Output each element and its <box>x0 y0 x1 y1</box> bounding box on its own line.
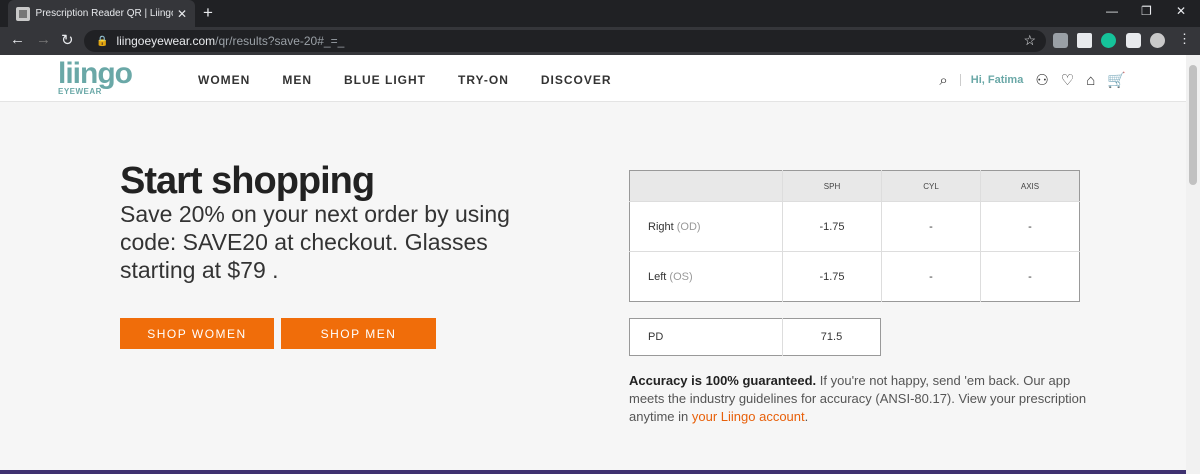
accuracy-end: . <box>804 409 809 424</box>
url-host: liingoeyewear.com <box>116 34 216 48</box>
eye-label: Left <box>648 270 667 283</box>
main-nav: WOMEN MEN BLUE LIGHT TRY-ON DISCOVER <box>198 73 644 87</box>
browser-toolbar: ← → ↻ 🔒 liingoeyewear.com/qr/results?sav… <box>0 27 1200 55</box>
minimize-icon[interactable]: ― <box>1106 4 1118 18</box>
table-row: Left (OS) -1.75 - - <box>629 251 1080 302</box>
reload-icon[interactable]: ↻ <box>61 31 74 49</box>
scrollbar-thumb[interactable] <box>1189 65 1197 185</box>
liingo-logo[interactable]: liingo EYEWEAR <box>58 57 133 97</box>
search-icon[interactable]: ⌕ <box>939 72 947 89</box>
new-tab-icon[interactable]: + <box>203 3 213 23</box>
heart-icon[interactable]: ♡ <box>1061 71 1074 89</box>
user-greeting[interactable]: Hi, Fatima <box>959 74 1023 86</box>
eye-label: Right <box>648 220 674 233</box>
close-window-icon[interactable]: ✕ <box>1176 4 1186 18</box>
browser-tab[interactable]: Prescription Reader QR | Liingo E ✕ <box>8 0 195 27</box>
row-label-right: Right (OD) <box>629 201 783 252</box>
cart-icon[interactable]: 🛒 <box>1107 71 1126 89</box>
eye-code: (OD) <box>676 220 701 233</box>
header-actions: ⌕ Hi, Fatima ⚇ ♡ ⌂ 🛒 <box>927 71 1126 90</box>
extension-database-icon[interactable] <box>1053 33 1068 48</box>
page-title: Start shopping <box>120 160 375 202</box>
extensions-puzzle-icon[interactable] <box>1126 33 1141 48</box>
lock-icon: 🔒 <box>96 35 109 47</box>
eye-code: (OS) <box>669 270 693 283</box>
browser-tab-bar: Prescription Reader QR | Liingo E ✕ + ― … <box>0 0 1200 27</box>
left-sph-value: -1.75 <box>782 251 882 302</box>
column-header-axis: AXIS <box>980 170 1080 202</box>
site-header: liingo EYEWEAR WOMEN MEN BLUE LIGHT TRY-… <box>0 55 1186 102</box>
left-cyl-value: - <box>881 251 981 302</box>
row-label-left: Left (OS) <box>629 251 783 302</box>
logo-wordmark: liingo <box>58 57 133 90</box>
profile-avatar-icon[interactable] <box>1150 33 1165 48</box>
prescription-table: SPH CYL AXIS Right (OD) -1.75 - - Left (… <box>629 170 1080 302</box>
nav-women[interactable]: WOMEN <box>198 73 250 87</box>
tab-title: Prescription Reader QR | Liingo E <box>35 8 173 19</box>
table-header-row: SPH CYL AXIS <box>629 170 1080 202</box>
right-axis-value: - <box>980 201 1080 252</box>
accuracy-note: Accuracy is 100% guaranteed. If you're n… <box>629 372 1089 426</box>
extension-tag-icon[interactable] <box>1077 33 1092 48</box>
address-bar[interactable]: 🔒 liingoeyewear.com/qr/results?save-20#_… <box>84 30 1046 52</box>
shop-women-button[interactable]: SHOP WOMEN <box>120 318 274 349</box>
nav-try-on[interactable]: TRY-ON <box>458 73 509 87</box>
shop-men-button[interactable]: SHOP MEN <box>281 318 436 349</box>
nav-blue-light[interactable]: BLUE LIGHT <box>344 73 426 87</box>
back-icon[interactable]: ← <box>10 31 25 48</box>
site-favicon-icon <box>16 6 30 21</box>
account-link[interactable]: your Liingo account <box>692 409 805 424</box>
right-cyl-value: - <box>881 201 981 252</box>
menu-kebab-icon[interactable]: ⋮ <box>1178 31 1191 47</box>
header-empty-cell <box>629 170 783 202</box>
promo-text: Save 20% on your next order by using cod… <box>120 201 510 283</box>
table-row: PD 71.5 <box>629 318 881 356</box>
left-axis-value: - <box>980 251 1080 302</box>
home-icon[interactable]: ⌂ <box>1086 72 1095 89</box>
nav-discover[interactable]: DISCOVER <box>541 73 612 87</box>
url-path: /qr/results?save-20#_=_ <box>215 34 345 48</box>
column-header-sph: SPH <box>782 170 882 202</box>
column-header-cyl: CYL <box>881 170 981 202</box>
maximize-icon[interactable]: ❐ <box>1141 4 1152 18</box>
page-scrollbar[interactable] <box>1186 55 1200 474</box>
bookmark-star-icon[interactable]: ☆ <box>1023 32 1036 49</box>
close-tab-icon[interactable]: ✕ <box>177 7 187 21</box>
user-icon[interactable]: ⚇ <box>1035 71 1048 89</box>
pd-table: PD 71.5 <box>629 318 881 356</box>
grammarly-icon[interactable] <box>1101 33 1116 48</box>
nav-men[interactable]: MEN <box>282 73 312 87</box>
pd-value: 71.5 <box>820 331 843 343</box>
footer-divider <box>0 470 1186 474</box>
right-sph-value: -1.75 <box>782 201 882 252</box>
accuracy-bold: Accuracy is 100% guaranteed. <box>629 373 817 388</box>
pd-label: PD <box>629 318 783 356</box>
table-row: Right (OD) -1.75 - - <box>629 201 1080 252</box>
forward-icon[interactable]: → <box>36 31 51 48</box>
